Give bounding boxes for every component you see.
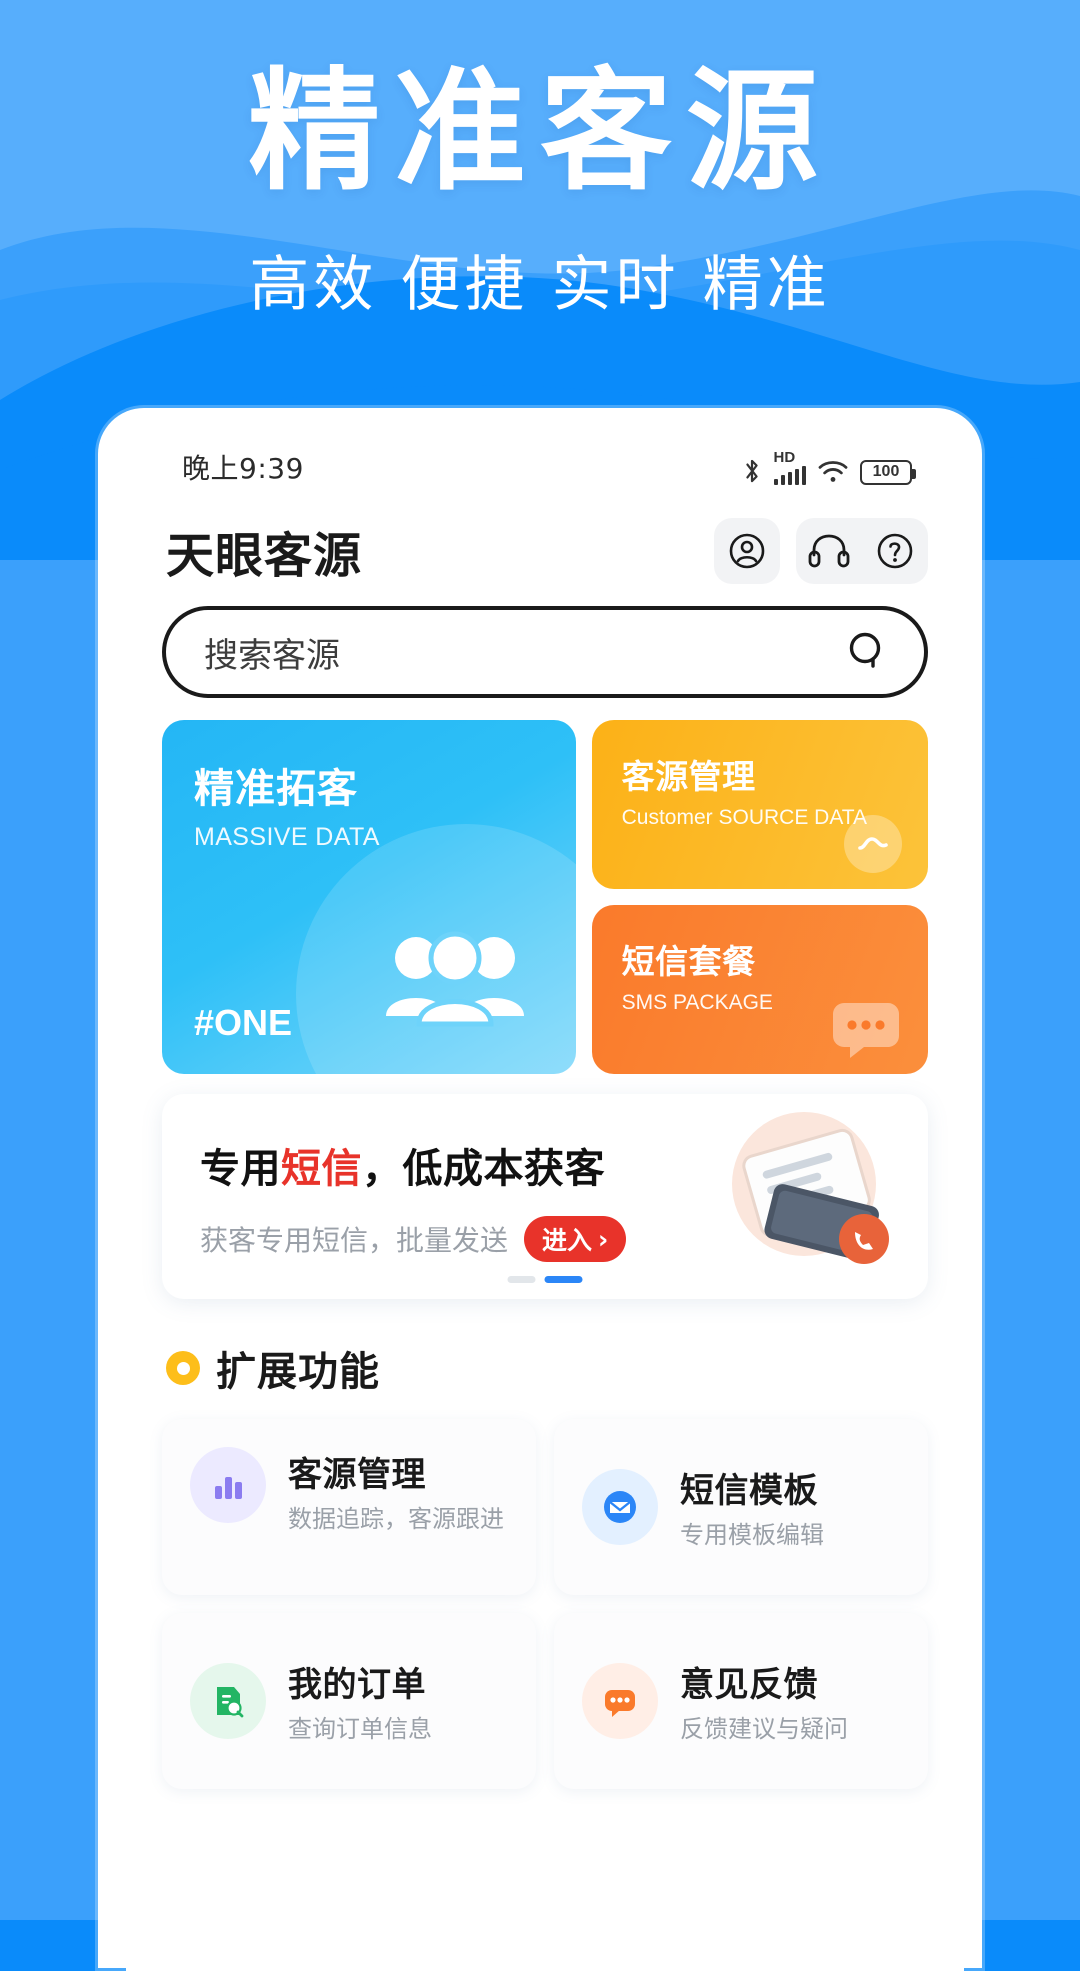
list-item-subtitle: 查询订单信息 bbox=[288, 1714, 432, 1743]
bluetooth-icon bbox=[745, 459, 758, 482]
chevron-right-icon: › bbox=[598, 1224, 609, 1254]
feedback-icon bbox=[582, 1663, 658, 1739]
status-bar: 晚上9:39 HD 100 bbox=[126, 436, 964, 498]
list-item-subtitle: 反馈建议与疑问 bbox=[680, 1714, 848, 1743]
card-subtitle: MASSIVE DATA bbox=[194, 823, 380, 851]
card-title: 客源管理 bbox=[621, 757, 756, 796]
wifi-icon bbox=[818, 460, 848, 482]
search-icon[interactable] bbox=[842, 626, 894, 678]
status-icons: HD 100 bbox=[741, 448, 916, 485]
promo-button-label: 进入 bbox=[542, 1226, 593, 1255]
list-item-title: 意见反馈 bbox=[680, 1664, 818, 1705]
battery-icon: 100 bbox=[860, 459, 916, 485]
help-icon bbox=[877, 533, 913, 569]
headset-button[interactable] bbox=[796, 518, 862, 584]
promo-title-highlight: 短信 bbox=[281, 1146, 362, 1192]
phone-message-icon bbox=[732, 1112, 889, 1264]
list-item-texts: 我的订单 查询订单信息 bbox=[288, 1657, 516, 1745]
card-precision-customer[interactable]: 精准拓客 MASSIVE DATA #ONE bbox=[162, 720, 576, 1074]
card-customer-management[interactable]: 客源管理 Customer SOURCE DATA bbox=[591, 720, 928, 889]
card-title: 短信套餐 bbox=[621, 942, 756, 981]
search-input[interactable]: 搜索客源 bbox=[162, 606, 928, 698]
list-item[interactable]: 我的订单 查询订单信息 bbox=[162, 1613, 536, 1789]
phone-mockup-frame: 晚上9:39 HD 100 天眼客源 搜索客源 精准拓客 MASSIVE DAT… bbox=[98, 408, 982, 1971]
help-button[interactable] bbox=[862, 518, 928, 584]
app-title: 天眼客源 bbox=[166, 528, 363, 584]
list-item-title: 短信模板 bbox=[680, 1470, 818, 1511]
list-item-subtitle: 专用模板编辑 bbox=[680, 1520, 824, 1549]
pulse-icon bbox=[844, 815, 902, 873]
search-placeholder: 搜索客源 bbox=[204, 635, 340, 676]
promo-title-suffix: ，低成本获客 bbox=[362, 1146, 605, 1192]
promo-title-prefix: 专用 bbox=[200, 1146, 281, 1192]
card-tag: #ONE bbox=[194, 1002, 293, 1043]
headset-icon bbox=[808, 534, 850, 568]
promo-banner-section: 专用短信，低成本获客 获客专用短信，批量发送 进入 › bbox=[126, 1074, 964, 1299]
list-item-title: 我的订单 bbox=[288, 1664, 426, 1705]
account-button[interactable] bbox=[714, 518, 780, 584]
account-icon bbox=[729, 533, 765, 569]
chart-icon bbox=[190, 1447, 266, 1523]
pager-dot-active[interactable] bbox=[544, 1276, 583, 1283]
hero-section: 精准客源 高效 便捷 实时 精准 bbox=[0, 0, 1080, 400]
app-header-actions bbox=[714, 518, 928, 584]
battery-level: 100 bbox=[872, 463, 900, 480]
list-item[interactable]: 短信模板 专用模板编辑 bbox=[554, 1419, 928, 1595]
section-header-extensions: 扩展功能 bbox=[126, 1299, 964, 1397]
page-title: 精准客源 bbox=[248, 55, 832, 209]
promo-banner[interactable]: 专用短信，低成本获客 获客专用短信，批量发送 进入 › bbox=[162, 1094, 928, 1299]
order-icon bbox=[190, 1663, 266, 1739]
card-sms-package[interactable]: 短信套餐 SMS PACKAGE bbox=[591, 905, 928, 1074]
list-item-texts: 意见反馈 反馈建议与疑问 bbox=[680, 1657, 908, 1745]
support-help-group bbox=[796, 518, 928, 584]
list-item-texts: 客源管理 数据追踪，客源跟进 bbox=[288, 1447, 516, 1535]
list-item-subtitle: 数据追踪，客源跟进 bbox=[288, 1505, 504, 1533]
hd-label: HD bbox=[773, 448, 796, 466]
list-item[interactable]: 意见反馈 反馈建议与疑问 bbox=[554, 1613, 928, 1789]
promo-subtitle: 获客专用短信，批量发送 bbox=[200, 1224, 509, 1257]
page-subtitle: 高效 便捷 实时 精准 bbox=[249, 250, 831, 320]
list-item[interactable]: 客源管理 数据追踪，客源跟进 bbox=[162, 1419, 536, 1595]
card-title: 精准拓客 bbox=[194, 766, 358, 812]
app-header: 天眼客源 bbox=[126, 498, 964, 600]
list-item-texts: 短信模板 专用模板编辑 bbox=[680, 1463, 908, 1551]
search-section: 搜索客源 bbox=[126, 600, 964, 698]
pager-dot[interactable] bbox=[507, 1276, 536, 1283]
status-time: 晚上9:39 bbox=[182, 452, 304, 485]
promo-enter-button[interactable]: 进入 › bbox=[524, 1216, 627, 1262]
section-title: 扩展功能 bbox=[216, 1349, 380, 1395]
mail-icon bbox=[582, 1469, 658, 1545]
list-item-title: 客源管理 bbox=[288, 1455, 426, 1495]
signal-icon: HD bbox=[773, 448, 806, 485]
feature-cards-secondary: 客源管理 Customer SOURCE DATA 短信套餐 SMS PACKA… bbox=[591, 720, 928, 1074]
phone-screen: 晚上9:39 HD 100 天眼客源 搜索客源 精准拓客 MASSIVE DAT… bbox=[126, 436, 964, 1971]
feature-cards: 精准拓客 MASSIVE DATA #ONE 客源管理 Customer SOU… bbox=[126, 698, 964, 1074]
people-icon bbox=[385, 931, 524, 1027]
promo-pager[interactable] bbox=[507, 1276, 583, 1283]
chat-icon bbox=[833, 1003, 899, 1058]
extension-grid: 客源管理 数据追踪，客源跟进 短信模板 专用模板编辑 我的订单 查询订单信息 意… bbox=[126, 1397, 964, 1789]
section-dot-icon bbox=[166, 1351, 200, 1385]
